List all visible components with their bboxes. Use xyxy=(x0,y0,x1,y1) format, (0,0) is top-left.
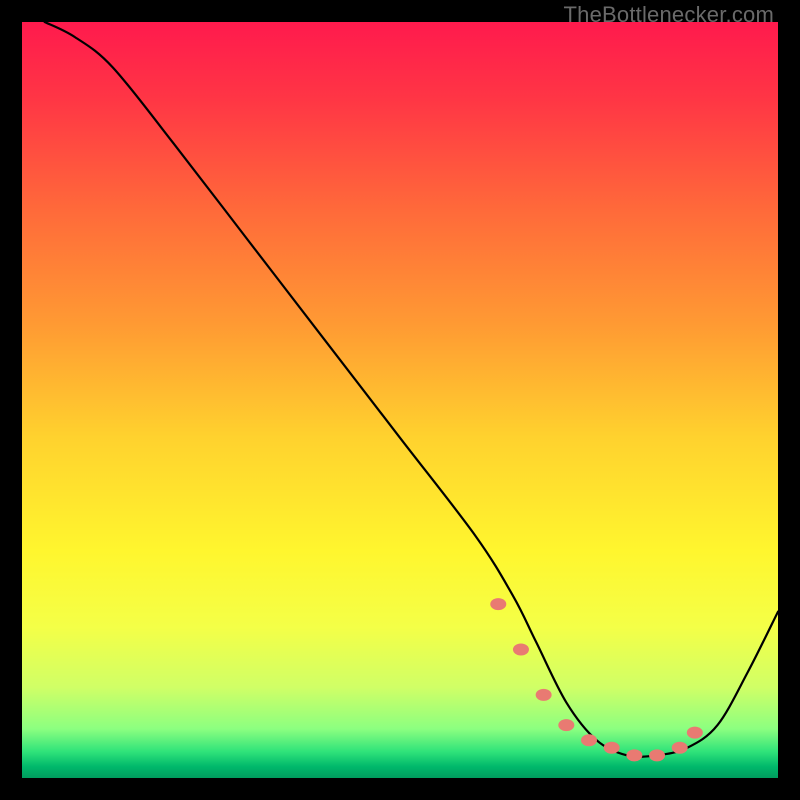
chart-frame xyxy=(22,22,778,778)
marker-dot xyxy=(672,742,688,754)
marker-dot xyxy=(604,742,620,754)
gradient-background xyxy=(22,22,778,778)
marker-dot xyxy=(649,749,665,761)
marker-dot xyxy=(513,643,529,655)
marker-dot xyxy=(490,598,506,610)
chart-svg xyxy=(22,22,778,778)
marker-dot xyxy=(558,719,574,731)
watermark-text: TheBottlenecker.com xyxy=(564,2,774,28)
marker-dot xyxy=(536,689,552,701)
marker-dot xyxy=(581,734,597,746)
marker-dot xyxy=(626,749,642,761)
marker-dot xyxy=(687,727,703,739)
